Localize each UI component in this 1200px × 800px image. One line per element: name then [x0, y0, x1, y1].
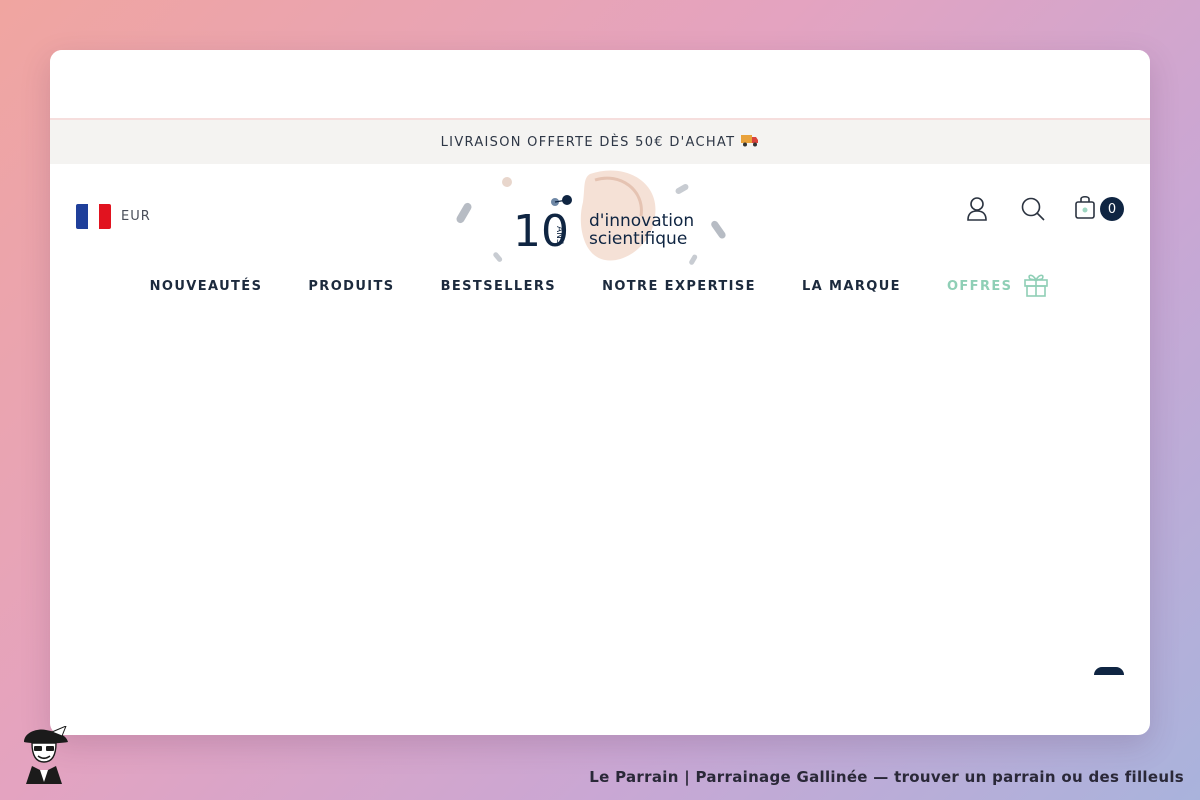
footer-caption: Le Parrain | Parrainage Gallinée — trouv…	[589, 768, 1184, 786]
gift-icon	[1022, 270, 1050, 302]
announcement-bar: LIVRAISON OFFERTE DÈS 50€ D'ACHAT	[50, 118, 1150, 164]
cart-count-badge: 0	[1100, 197, 1124, 221]
site-header: EUR 10 ANS d'innovation scientifique 0 N…	[50, 164, 1150, 314]
chat-widget-button[interactable]	[1094, 667, 1124, 675]
nav-label: NOTRE EXPERTISE	[602, 278, 756, 294]
logo-line2: scientifique	[589, 229, 687, 249]
main-navigation: NOUVEAUTÉS PRODUITS BESTSELLERS NOTRE EX…	[50, 270, 1150, 302]
bag-icon	[1074, 194, 1096, 224]
nav-label: LA MARQUE	[801, 278, 901, 294]
logo-line1: d'innovation	[589, 211, 694, 231]
nav-item-notre-expertise[interactable]: NOTRE EXPERTISE	[602, 279, 756, 294]
truck-icon	[741, 133, 759, 151]
brand-logo[interactable]: 10 ANS d'innovation scientifique	[455, 164, 735, 272]
nav-label: PRODUITS	[308, 278, 395, 294]
nav-item-offres[interactable]: OFFRES	[947, 270, 1050, 302]
nav-item-bestsellers[interactable]: BESTSELLERS	[441, 279, 556, 294]
currency-label: EUR	[121, 209, 151, 224]
cart-button[interactable]: 0	[1074, 194, 1130, 224]
header-icons: 0	[962, 194, 1130, 224]
user-icon[interactable]	[962, 194, 992, 224]
nav-item-produits[interactable]: PRODUITS	[308, 279, 394, 294]
le-parrain-logo	[18, 725, 70, 784]
nav-label: OFFRES	[946, 278, 1013, 294]
announcement-text: LIVRAISON OFFERTE DÈS 50€ D'ACHAT	[440, 134, 736, 150]
logo-ans: ANS	[554, 226, 564, 245]
top-spacer	[50, 50, 1150, 118]
search-icon[interactable]	[1018, 194, 1048, 224]
currency-selector[interactable]: EUR	[76, 204, 151, 229]
nav-item-la-marque[interactable]: LA MARQUE	[802, 279, 901, 294]
nav-item-nouveautes[interactable]: NOUVEAUTÉS	[150, 279, 263, 294]
nav-label: BESTSELLERS	[440, 278, 557, 294]
browser-window: LIVRAISON OFFERTE DÈS 50€ D'ACHAT EUR 10…	[50, 50, 1150, 735]
nav-label: NOUVEAUTÉS	[149, 278, 263, 294]
france-flag-icon	[76, 204, 111, 229]
